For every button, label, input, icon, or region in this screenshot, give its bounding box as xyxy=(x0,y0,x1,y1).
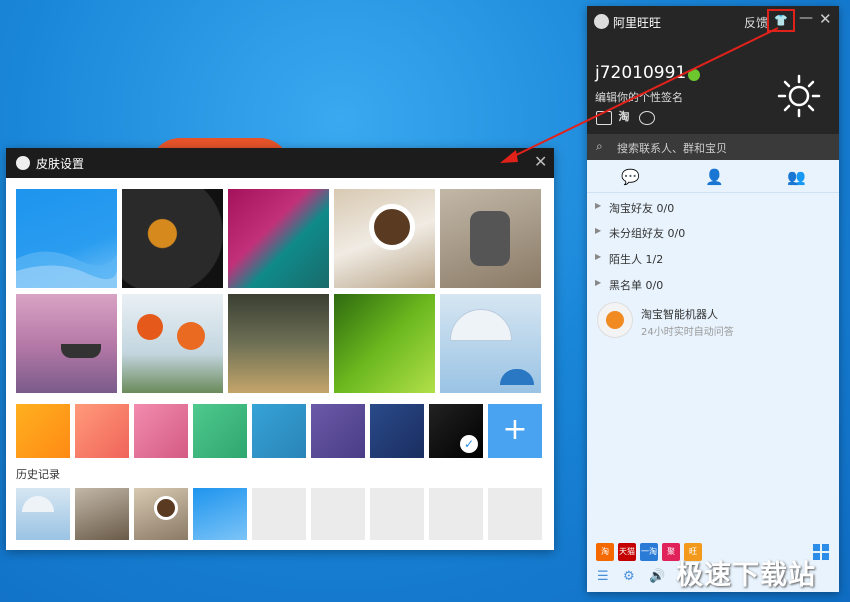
tab-groups-icon[interactable]: 👥 xyxy=(787,168,806,186)
skin-thumb-blue-wave[interactable] xyxy=(16,189,117,288)
history-slot-empty xyxy=(252,488,306,540)
username: j72010991 xyxy=(595,63,687,83)
tab-recent-chat-icon[interactable]: 💬 xyxy=(621,168,640,186)
taobao-icon[interactable]: 淘 xyxy=(617,111,631,123)
bag-icon[interactable] xyxy=(639,111,655,125)
history-slot-empty xyxy=(429,488,483,540)
expand-arrow-icon: ▶ xyxy=(595,252,602,261)
tab-contacts-icon[interactable]: 👤 xyxy=(705,168,724,186)
wave-graphic xyxy=(16,251,117,288)
robot-toy-graphic xyxy=(470,211,510,266)
history-skin-robot-toy[interactable] xyxy=(75,488,129,540)
watermark-text: 极速下载站 xyxy=(676,560,816,591)
poppy-graphic xyxy=(177,322,205,350)
history-slot-empty xyxy=(488,488,542,540)
contact-search-bar[interactable]: ⌕ 搜索联系人、群和宝贝 xyxy=(587,134,839,160)
profile-card-icon[interactable] xyxy=(596,111,612,125)
sound-icon[interactable]: 🔊 xyxy=(649,569,665,584)
history-skin-umbrellas[interactable] xyxy=(16,488,70,540)
dialog-titlebar: 皮肤设置 ✕ xyxy=(6,148,554,178)
color-swatch-green[interactable] xyxy=(193,404,247,458)
skin-thumb-poppies[interactable] xyxy=(122,294,223,393)
contact-group-strangers[interactable]: ▶ 陌生人 1/2 xyxy=(587,246,839,271)
contact-description: 24小时实时自动问答 xyxy=(641,327,734,338)
contact-taobao-robot[interactable]: 淘宝智能机器人 24小时实时自动问答 xyxy=(587,298,839,344)
skin-shirt-icon[interactable]: 👕 xyxy=(767,9,795,32)
expand-arrow-icon: ▶ xyxy=(595,278,602,287)
signature-field[interactable]: 编辑你的个性签名 xyxy=(595,89,683,105)
app-etao-icon[interactable]: 一淘 xyxy=(640,543,658,561)
color-swatch-black-selected[interactable]: ✓ xyxy=(429,404,483,458)
color-swatch-coral[interactable] xyxy=(75,404,129,458)
umbrella-graphic xyxy=(450,309,512,341)
skin-thumb-robot-toy[interactable] xyxy=(440,189,541,288)
app-tmall-icon[interactable]: 天猫 xyxy=(618,543,636,561)
app-taobao-icon[interactable]: 淘 xyxy=(596,543,614,561)
color-swatch-teal[interactable] xyxy=(252,404,306,458)
skin-thumb-green-leaf[interactable] xyxy=(334,294,435,393)
group-label: 淘宝好友 0/0 xyxy=(609,202,675,215)
online-status-icon[interactable] xyxy=(688,69,700,81)
settings-gear-icon[interactable]: ⚙ xyxy=(623,569,635,584)
weather-sun-icon xyxy=(777,74,821,118)
color-swatch-purple[interactable] xyxy=(311,404,365,458)
history-skin-blue-wave[interactable] xyxy=(193,488,247,540)
history-label: 历史记录 xyxy=(16,468,60,481)
wangwang-logo-icon xyxy=(16,156,30,170)
dialog-title: 皮肤设置 xyxy=(36,157,85,171)
dialog-close-button[interactable]: ✕ xyxy=(534,152,547,171)
group-label: 黑名单 0/0 xyxy=(609,279,664,292)
group-label: 陌生人 1/2 xyxy=(609,253,664,266)
contact-tabs: 💬 👤 👥 xyxy=(587,160,839,193)
skin-thumb-umbrellas[interactable] xyxy=(440,294,541,393)
skin-thumb-coffee[interactable] xyxy=(334,189,435,288)
expand-arrow-icon: ▶ xyxy=(595,226,602,235)
add-custom-skin-button[interactable]: + xyxy=(488,404,542,458)
history-slot-empty xyxy=(311,488,365,540)
coffee-cup-graphic xyxy=(369,204,415,250)
umbrella-graphic xyxy=(22,496,54,512)
history-skin-coffee[interactable] xyxy=(134,488,188,540)
search-icon: ⌕ xyxy=(596,139,603,153)
skin-thumb-lake-boat[interactable] xyxy=(16,294,117,393)
umbrella-graphic xyxy=(500,369,534,385)
close-button[interactable]: ✕ xyxy=(819,10,832,28)
contact-group-taobao-friends[interactable]: ▶ 淘宝好友 0/0 xyxy=(587,195,839,220)
history-slot-empty xyxy=(370,488,424,540)
menu-icon[interactable]: ☰ xyxy=(597,569,609,584)
boat-graphic xyxy=(61,344,101,358)
skin-thumb-butterfly[interactable] xyxy=(228,189,329,288)
group-label: 未分组好友 0/0 xyxy=(609,227,686,240)
skin-thumb-grass[interactable] xyxy=(228,294,329,393)
avatar xyxy=(597,302,633,338)
profile-header: 阿里旺旺 反馈 👕 — ✕ j72010991 编辑你的个性签名 淘 xyxy=(587,6,839,134)
color-swatch-pink[interactable] xyxy=(134,404,188,458)
color-swatch-navy[interactable] xyxy=(370,404,424,458)
skin-settings-dialog: 皮肤设置 ✕ ✓ + 历史记录 xyxy=(6,148,554,550)
contact-group-blacklist[interactable]: ▶ 黑名单 0/0 xyxy=(587,272,839,297)
app-title: 阿里旺旺 xyxy=(613,16,662,30)
wangwang-main-window: 阿里旺旺 反馈 👕 — ✕ j72010991 编辑你的个性签名 淘 ⌕ 搜索联… xyxy=(587,6,839,592)
minimize-button[interactable]: — xyxy=(799,10,813,26)
contact-name: 淘宝智能机器人 xyxy=(641,308,718,321)
selected-check-icon: ✓ xyxy=(460,435,478,453)
feedback-link[interactable]: 反馈 xyxy=(744,14,768,31)
skin-thumb-vinyl[interactable] xyxy=(122,189,223,288)
color-swatch-orange[interactable] xyxy=(16,404,70,458)
coffee-cup-graphic xyxy=(154,496,178,520)
search-placeholder: 搜索联系人、群和宝贝 xyxy=(617,142,727,155)
contact-group-ungrouped[interactable]: ▶ 未分组好友 0/0 xyxy=(587,220,839,245)
wangwang-logo-icon xyxy=(594,14,609,29)
expand-arrow-icon: ▶ xyxy=(595,201,602,210)
poppy-graphic xyxy=(137,314,163,340)
